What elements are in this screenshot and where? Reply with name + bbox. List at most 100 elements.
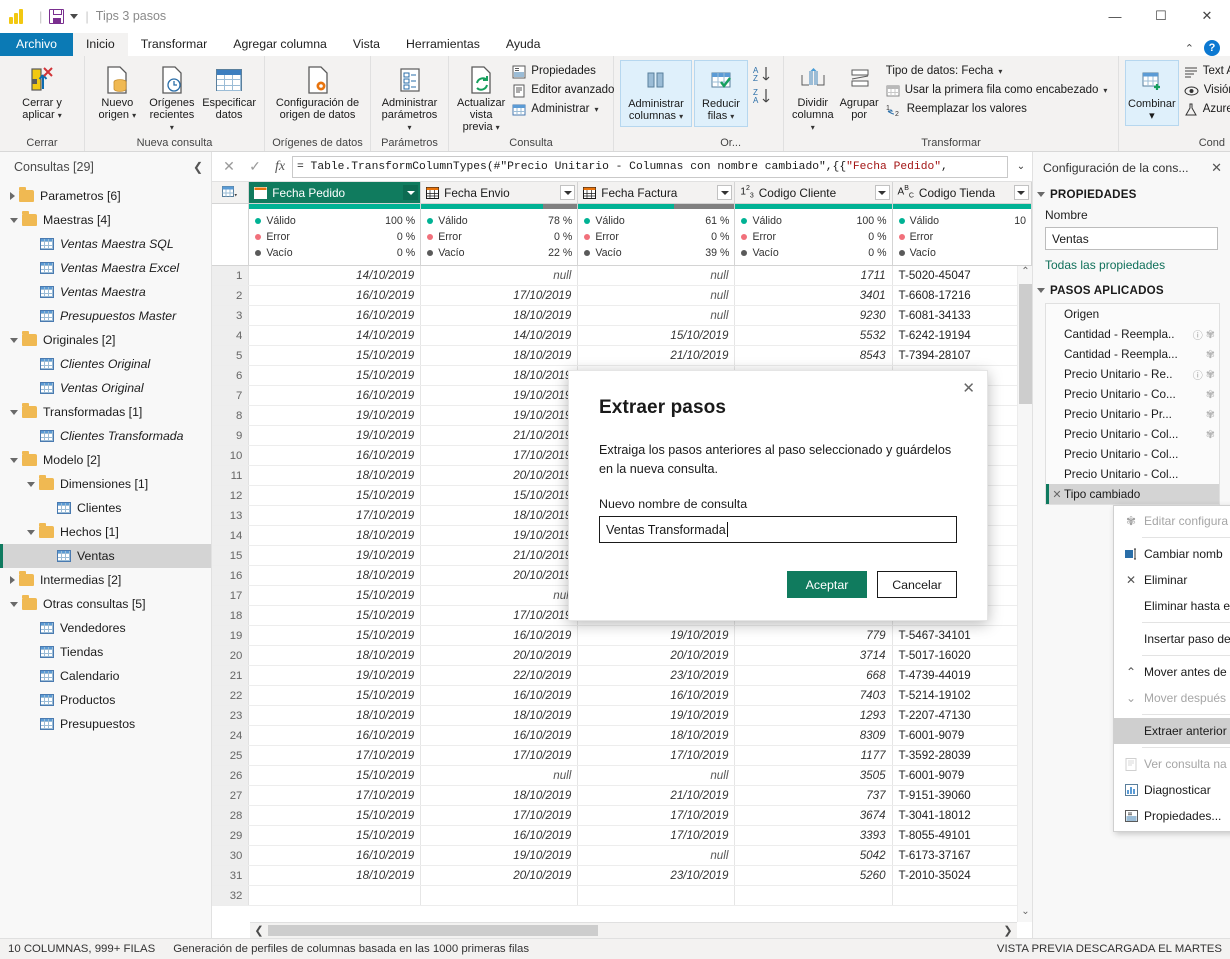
azure-ml-button[interactable]: Azure [1181, 100, 1230, 119]
table-cell[interactable]: null [578, 306, 735, 325]
origenes-recientes-button[interactable]: Orígenes recientes ▾ [146, 60, 199, 137]
folder-collapse-icon[interactable] [10, 218, 18, 223]
column-filter-dropdown-icon[interactable] [717, 185, 732, 200]
configuracion-origen-datos-button[interactable]: Configuración de origen de datos [271, 60, 364, 124]
table-cell[interactable]: 20/10/2019 [421, 566, 578, 585]
table-cell[interactable]: 14/10/2019 [421, 326, 578, 345]
table-cell[interactable]: 5260 [735, 866, 892, 885]
table-cell[interactable]: T-2010-35024 [893, 866, 1032, 885]
table-cell[interactable]: T-5017-16020 [893, 646, 1032, 665]
table-cell[interactable]: 7403 [735, 686, 892, 705]
horizontal-scroll-thumb[interactable] [268, 925, 598, 936]
table-row[interactable]: 32 [212, 886, 1032, 906]
step-settings-gear-icon[interactable]: ✾ [1206, 428, 1215, 441]
table-row[interactable]: 2215/10/201916/10/201916/10/20197403T-52… [212, 686, 1032, 706]
table-cell[interactable]: null [421, 766, 578, 785]
folder-collapse-icon[interactable] [27, 530, 35, 535]
table-cell[interactable]: T-8055-49101 [893, 826, 1032, 845]
table-cell[interactable] [735, 886, 892, 905]
table-cell[interactable]: 18/10/2019 [421, 306, 578, 325]
column-filter-dropdown-icon[interactable] [1014, 185, 1029, 200]
table-cell[interactable]: 19/10/2019 [249, 426, 421, 445]
all-properties-link[interactable]: Todas las propiedades [1033, 250, 1230, 280]
minimize-button[interactable]: — [1092, 0, 1138, 32]
tab-ayuda[interactable]: Ayuda [493, 33, 554, 56]
table-cell[interactable]: T-6608-17216 [893, 286, 1032, 305]
table-cell[interactable]: 3714 [735, 646, 892, 665]
table-cell[interactable]: 3401 [735, 286, 892, 305]
table-cell[interactable]: 19/10/2019 [578, 706, 735, 725]
table-cell[interactable]: 668 [735, 666, 892, 685]
applied-step-tipo-cambiado[interactable]: ✕Tipo cambiado [1046, 484, 1219, 504]
table-row[interactable]: 2318/10/201918/10/201919/10/20191293T-22… [212, 706, 1032, 726]
table-cell[interactable]: T-3041-18012 [893, 806, 1032, 825]
tab-archivo[interactable]: Archivo [0, 33, 73, 56]
column-header-fecha-envio[interactable]: Fecha Envio [421, 182, 578, 203]
table-cell[interactable]: 5532 [735, 326, 892, 345]
primera-fila-chevron-down-icon[interactable]: ▾ [1103, 83, 1107, 98]
close-button[interactable]: ✕ [1184, 0, 1230, 32]
table-cell[interactable]: 18/10/2019 [249, 526, 421, 545]
table-cell[interactable]: 19/10/2019 [249, 406, 421, 425]
select-all-columns-button[interactable] [212, 182, 249, 203]
table-cell[interactable]: 17/10/2019 [421, 746, 578, 765]
applied-step-precio-unitario-col[interactable]: Precio Unitario - Col... [1046, 444, 1219, 464]
table-cell[interactable]: 18/10/2019 [249, 646, 421, 665]
collapse-queries-pane-icon[interactable]: ❮ [193, 160, 203, 174]
table-row[interactable]: 2119/10/201922/10/201923/10/2019668T-473… [212, 666, 1032, 686]
quick-access-chevron-down-icon[interactable] [70, 14, 78, 19]
table-cell[interactable]: 779 [735, 626, 892, 645]
maximize-button[interactable]: ☐ [1138, 0, 1184, 32]
table-row[interactable]: 2416/10/201916/10/201918/10/20198309T-60… [212, 726, 1032, 746]
applied-step-cantidad-reempla[interactable]: Cantidad - Reempla...✾ [1046, 344, 1219, 364]
table-cell[interactable]: 18/10/2019 [421, 366, 578, 385]
table-row[interactable]: 2517/10/201917/10/201917/10/20191177T-35… [212, 746, 1032, 766]
applied-step-precio-unitario-co[interactable]: Precio Unitario - Co...✾ [1046, 384, 1219, 404]
table-cell[interactable]: 22/10/2019 [421, 666, 578, 685]
table-cell[interactable]: 15/10/2019 [249, 346, 421, 365]
tab-herramientas[interactable]: Herramientas [393, 33, 493, 56]
table-cell[interactable]: 3393 [735, 826, 892, 845]
table-cell[interactable]: 15/10/2019 [249, 366, 421, 385]
tab-agregar-columna[interactable]: Agregar columna [220, 33, 340, 56]
reducir-filas-button[interactable]: Reducir filas ▾ [694, 60, 748, 127]
table-row[interactable]: 515/10/201918/10/201921/10/20198543T-739… [212, 346, 1032, 366]
table-cell[interactable]: T-6173-37167 [893, 846, 1032, 865]
table-cell[interactable]: 16/10/2019 [421, 686, 578, 705]
scroll-up-icon[interactable]: ⌃ [1018, 266, 1032, 282]
query-item-maestras-4[interactable]: Maestras [4] [0, 208, 211, 232]
folder-collapse-icon[interactable] [10, 338, 18, 343]
table-cell[interactable]: 14/10/2019 [249, 266, 421, 285]
sort-descending-button[interactable]: ZA [750, 85, 777, 107]
table-cell[interactable]: 16/10/2019 [249, 846, 421, 865]
step-settings-gear-icon[interactable]: ✾ [1206, 368, 1215, 381]
table-cell[interactable] [578, 886, 735, 905]
table-cell[interactable]: T-4739-44019 [893, 666, 1032, 685]
table-row[interactable]: 2717/10/201918/10/201921/10/2019737T-915… [212, 786, 1032, 806]
new-query-name-input[interactable]: Ventas Transformada [599, 516, 957, 543]
table-row[interactable]: 1915/10/201916/10/201919/10/2019779T-546… [212, 626, 1032, 646]
horizontal-scroll-track[interactable] [268, 925, 999, 936]
formula-input[interactable]: = Table.TransformColumnTypes(#"Precio Un… [292, 156, 1008, 178]
context-menu-item-eliminar[interactable]: ✕Eliminar [1114, 567, 1230, 593]
applied-step-precio-unitario-col[interactable]: Precio Unitario - Col...✾ [1046, 424, 1219, 444]
context-menu-item-eliminar-hasta-e[interactable]: Eliminar hasta e [1114, 593, 1230, 619]
query-name-input[interactable]: Ventas [1045, 227, 1218, 250]
dividir-columna-button[interactable]: Dividir columna ▾ [790, 60, 836, 137]
text-analytics-button[interactable]: Text A [1181, 62, 1230, 81]
folder-collapse-icon[interactable] [10, 458, 18, 463]
table-cell[interactable]: 18/10/2019 [249, 866, 421, 885]
vertical-scroll-thumb[interactable] [1019, 284, 1032, 404]
query-item-transformadas-1[interactable]: Transformadas [1] [0, 400, 211, 424]
table-cell[interactable]: 737 [735, 786, 892, 805]
table-cell[interactable]: 19/10/2019 [249, 546, 421, 565]
nuevo-origen-button[interactable]: Nuevo origen ▾ [91, 60, 144, 125]
table-row[interactable]: 2915/10/201916/10/201917/10/20193393T-80… [212, 826, 1032, 846]
table-cell[interactable]: 3674 [735, 806, 892, 825]
table-cell[interactable]: 18/10/2019 [421, 506, 578, 525]
table-cell[interactable]: 17/10/2019 [578, 826, 735, 845]
applied-steps-section-header[interactable]: PASOS APLICADOS [1033, 280, 1230, 301]
table-cell[interactable]: 15/10/2019 [578, 326, 735, 345]
properties-section-header[interactable]: PROPIEDADES [1033, 184, 1230, 205]
table-row[interactable]: 414/10/201914/10/201915/10/20195532T-624… [212, 326, 1032, 346]
